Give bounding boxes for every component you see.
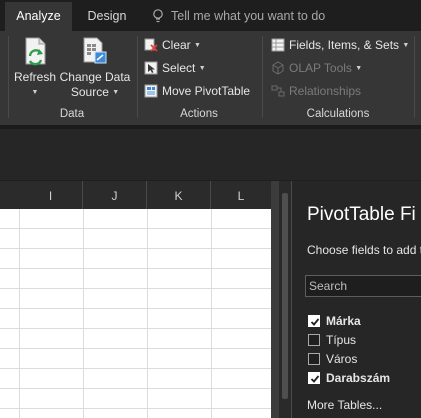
tell-me-label: Tell me what you want to do — [171, 9, 326, 23]
gridline — [0, 228, 271, 229]
change-data-source-button[interactable]: Change Data Source ▼ — [59, 36, 131, 100]
gridline — [0, 368, 271, 369]
chevron-down-icon: ▼ — [112, 89, 120, 96]
relationships-button[interactable]: Relationships — [271, 81, 363, 101]
sheet-pane-border — [271, 181, 279, 418]
gridline — [0, 268, 271, 269]
relationships-icon — [271, 85, 285, 97]
more-tables-link[interactable]: More Tables... — [307, 398, 382, 412]
move-pivottable-button[interactable]: Move PivotTable — [144, 81, 256, 101]
refresh-label: Refresh — [14, 70, 57, 84]
gridline — [0, 388, 271, 389]
chevron-down-icon: ▼ — [402, 42, 410, 49]
tab-design[interactable]: Design — [79, 2, 135, 31]
checkbox-icon[interactable] — [308, 353, 320, 365]
group-divider — [262, 36, 263, 118]
gridline — [211, 209, 212, 418]
select-label: Select — [162, 61, 196, 75]
relationships-label: Relationships — [289, 84, 362, 98]
lightbulb-icon — [153, 9, 163, 23]
field-label: Típus — [326, 333, 357, 347]
gridline — [0, 288, 271, 289]
scrollbar-thumb[interactable] — [282, 193, 288, 399]
group-label-calculations: Calculations — [306, 108, 370, 120]
group-label-actions: Actions — [180, 108, 218, 120]
clear-button[interactable]: Clear ▼ — [144, 35, 214, 55]
group-divider — [8, 36, 9, 118]
field-label: Márka — [326, 314, 361, 328]
move-pivottable-label: Move PivotTable — [162, 84, 251, 98]
chevron-down-icon: ▼ — [31, 89, 39, 96]
group-divider — [137, 36, 138, 118]
pivottable-fields-pane: PivotTable Fi Choose fields to add t Már… — [291, 181, 421, 418]
pane-title: PivotTable Fi — [307, 204, 416, 225]
ribbon-tab-bar: Analyze Design Tell me what you want to … — [0, 0, 421, 31]
clear-label: Clear — [162, 38, 191, 52]
checkbox-icon[interactable] — [308, 334, 320, 346]
refresh-icon — [25, 37, 46, 66]
gridline — [83, 209, 84, 418]
move-pivottable-icon — [144, 84, 158, 98]
olap-tools-icon — [272, 61, 284, 75]
select-icon — [144, 61, 158, 75]
group-divider — [414, 36, 415, 118]
gridline — [0, 328, 271, 329]
gridline — [0, 348, 271, 349]
column-headers: I J K L — [0, 181, 271, 209]
gridline — [147, 209, 148, 418]
gridline — [0, 248, 271, 249]
column-header-i[interactable]: I — [19, 181, 83, 209]
fields-items-sets-label: Fields, Items, & Sets — [289, 38, 400, 52]
chevron-down-icon: ▼ — [355, 65, 363, 72]
pane-subtitle: Choose fields to add t — [307, 243, 421, 257]
field-search-box[interactable] — [305, 275, 421, 297]
change-data-source-label-1: Change Data — [59, 70, 131, 84]
change-data-source-label-2: Source — [70, 85, 109, 99]
ribbon-separator — [0, 125, 421, 129]
checkbox-checked-icon[interactable] — [308, 315, 320, 327]
formula-bar-area — [0, 125, 421, 180]
column-header-l[interactable]: L — [211, 181, 271, 209]
group-label-data: Data — [59, 108, 85, 120]
olap-tools-button[interactable]: OLAP Tools ▼ — [271, 58, 363, 78]
change-data-source-icon — [83, 37, 107, 64]
field-label: Darabszám — [326, 371, 391, 385]
olap-tools-label: OLAP Tools — [289, 61, 352, 75]
select-button[interactable]: Select ▼ — [144, 58, 214, 78]
field-label: Város — [326, 352, 358, 366]
gridline — [19, 209, 20, 418]
chevron-down-icon: ▼ — [194, 42, 201, 49]
refresh-button[interactable]: Refresh ▼ — [14, 36, 56, 100]
column-header-k[interactable]: K — [147, 181, 211, 209]
gridline — [0, 308, 271, 309]
chevron-down-icon: ▼ — [198, 65, 206, 72]
worksheet-grid[interactable] — [0, 181, 271, 418]
ribbon: Refresh ▼ Change Data Source ▼ Data Clea… — [0, 31, 421, 125]
fields-items-sets-button[interactable]: Fields, Items, & Sets ▼ — [271, 35, 409, 55]
clear-icon — [144, 38, 158, 52]
checkbox-checked-icon[interactable] — [308, 372, 320, 384]
tab-analyze[interactable]: Analyze — [5, 2, 72, 31]
fields-items-sets-icon — [271, 38, 285, 52]
column-header-j[interactable]: J — [83, 181, 147, 209]
search-input[interactable] — [309, 278, 419, 294]
vertical-scrollbar[interactable] — [279, 181, 291, 418]
gridline — [0, 408, 271, 409]
